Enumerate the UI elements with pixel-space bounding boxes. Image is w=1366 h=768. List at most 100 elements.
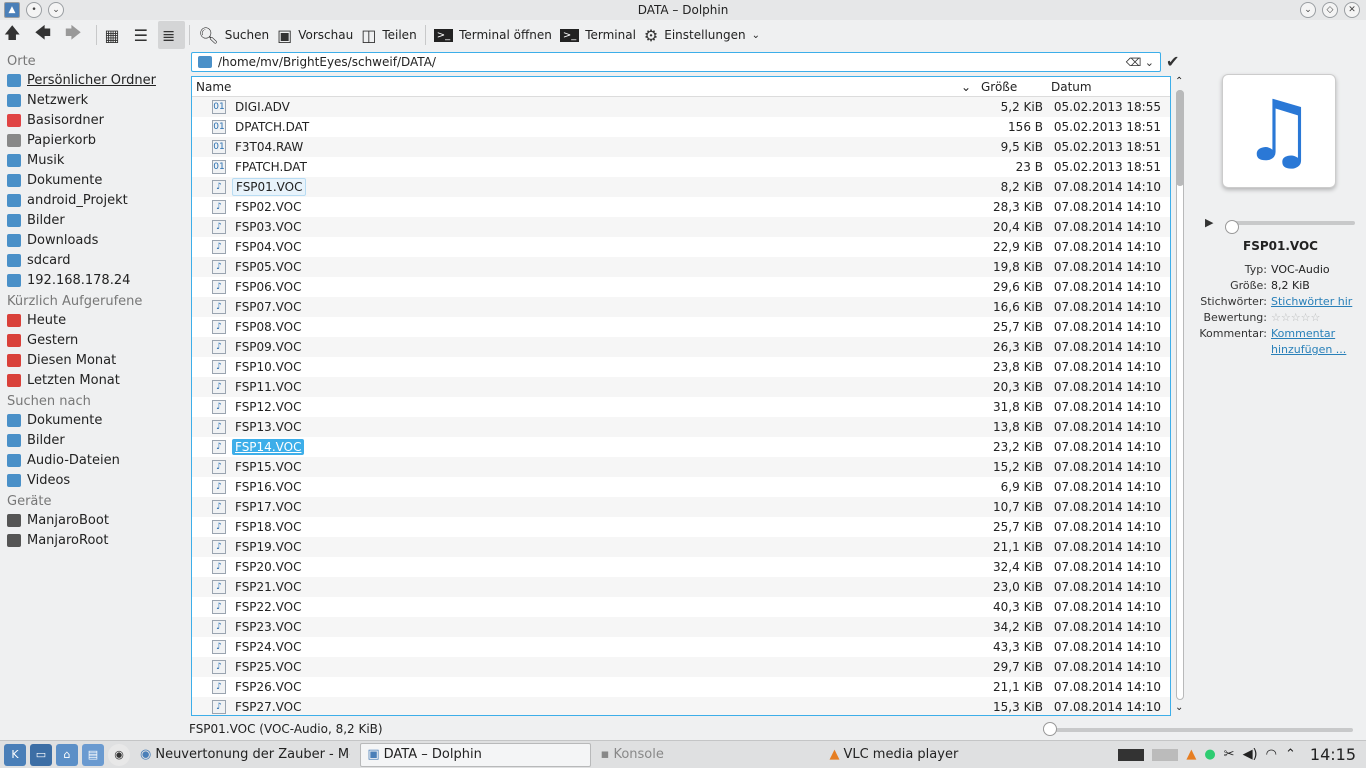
- clock[interactable]: 14:15: [1310, 745, 1356, 764]
- place-item[interactable]: Videos: [0, 470, 185, 490]
- column-date[interactable]: Datum: [1047, 80, 1167, 94]
- application-launcher-icon[interactable]: K: [4, 743, 26, 766]
- maximize-icon[interactable]: ◇: [1322, 2, 1338, 18]
- file-row[interactable]: ♪ FSP23.VOC 34,2 KiB 07.08.2014 14:10: [192, 617, 1170, 637]
- zoom-slider[interactable]: [1043, 722, 1353, 736]
- storage-icon[interactable]: [1152, 748, 1179, 761]
- file-row[interactable]: ♪ FSP15.VOC 15,2 KiB 07.08.2014 14:10: [192, 457, 1170, 477]
- vlc-tray-icon[interactable]: ▲: [1186, 747, 1196, 762]
- terminal-button[interactable]: >_ Terminal: [556, 21, 640, 49]
- close-icon[interactable]: ✕: [1344, 2, 1360, 18]
- file-row[interactable]: ♪ FSP05.VOC 19,8 KiB 07.08.2014 14:10: [192, 257, 1170, 277]
- shade-icon[interactable]: ⌄: [48, 2, 64, 18]
- messenger-icon[interactable]: ●: [1204, 747, 1215, 762]
- details-view-button[interactable]: ≣: [157, 21, 186, 49]
- minimize-icon[interactable]: ⌄: [1300, 2, 1316, 18]
- scroll-up-icon[interactable]: ⌃: [1175, 76, 1183, 87]
- place-item[interactable]: Diesen Monat: [0, 350, 185, 370]
- place-item[interactable]: Bilder: [0, 210, 185, 230]
- location-bar[interactable]: /home/mv/BrightEyes/schweif/DATA/ ⌫ ⌄: [191, 52, 1161, 72]
- file-row[interactable]: 01 F3T04.RAW 9,5 KiB 05.02.2013 18:51: [192, 137, 1170, 157]
- file-row[interactable]: ♪ FSP18.VOC 25,7 KiB 07.08.2014 14:10: [192, 517, 1170, 537]
- place-item[interactable]: Heute: [0, 310, 185, 330]
- file-row[interactable]: ♪ FSP27.VOC 15,3 KiB 07.08.2014 14:10: [192, 697, 1170, 715]
- place-item[interactable]: Dokumente: [0, 410, 185, 430]
- place-item[interactable]: Dokumente: [0, 170, 185, 190]
- zoom-slider-knob[interactable]: [1043, 722, 1057, 736]
- scroll-down-icon[interactable]: ⌄: [1175, 702, 1183, 713]
- place-item[interactable]: Downloads: [0, 230, 185, 250]
- clear-location-icon[interactable]: ⌫ ⌄: [1126, 56, 1154, 69]
- location-path[interactable]: /home/mv/BrightEyes/schweif/DATA/: [218, 55, 436, 69]
- desktop-icon[interactable]: ▭: [30, 743, 52, 766]
- file-row[interactable]: ♪ FSP19.VOC 21,1 KiB 07.08.2014 14:10: [192, 537, 1170, 557]
- browser-icon[interactable]: ◉: [108, 743, 130, 766]
- file-row[interactable]: ♪ FSP04.VOC 22,9 KiB 07.08.2014 14:10: [192, 237, 1170, 257]
- back-button[interactable]: 🡄: [30, 21, 61, 49]
- file-row[interactable]: ♪ FSP08.VOC 25,7 KiB 07.08.2014 14:10: [192, 317, 1170, 337]
- file-list-scrollbar[interactable]: ⌃ ⌄: [1173, 76, 1187, 716]
- file-row[interactable]: 01 FPATCH.DAT 23 B 05.02.2013 18:51: [192, 157, 1170, 177]
- task-konsole[interactable]: ▪ Konsole: [595, 743, 820, 767]
- notifications-icon[interactable]: ⌃: [1285, 747, 1296, 762]
- file-row[interactable]: ♪ FSP16.VOC 6,9 KiB 07.08.2014 14:10: [192, 477, 1170, 497]
- column-name[interactable]: Name ⌄: [192, 80, 977, 94]
- up-button[interactable]: 🡅: [0, 21, 30, 49]
- file-row[interactable]: ♪ FSP22.VOC 40,3 KiB 07.08.2014 14:10: [192, 597, 1170, 617]
- volume-icon[interactable]: ◀): [1243, 747, 1258, 762]
- search-button[interactable]: 🔍︎ Suchen: [194, 21, 273, 49]
- file-row[interactable]: 01 DIGI.ADV 5,2 KiB 05.02.2013 18:55: [192, 97, 1170, 117]
- info-tags-link[interactable]: Stichwörter hir: [1271, 294, 1366, 310]
- info-comment-link[interactable]: Kommentar: [1271, 326, 1366, 342]
- file-row[interactable]: ♪ FSP06.VOC 29,6 KiB 07.08.2014 14:10: [192, 277, 1170, 297]
- file-row[interactable]: 01 DPATCH.DAT 156 B 05.02.2013 18:51: [192, 117, 1170, 137]
- place-item[interactable]: Musik: [0, 150, 185, 170]
- file-row[interactable]: ♪ FSP17.VOC 10,7 KiB 07.08.2014 14:10: [192, 497, 1170, 517]
- file-row[interactable]: ♪ FSP03.VOC 20,4 KiB 07.08.2014 14:10: [192, 217, 1170, 237]
- forward-button[interactable]: 🡆: [61, 21, 92, 49]
- pin-icon[interactable]: •: [26, 2, 42, 18]
- place-item[interactable]: Papierkorb: [0, 130, 185, 150]
- scrollbar-thumb[interactable]: [1176, 90, 1184, 186]
- battery-icon[interactable]: [1118, 748, 1145, 761]
- file-row[interactable]: ♪ FSP21.VOC 23,0 KiB 07.08.2014 14:10: [192, 577, 1170, 597]
- file-row[interactable]: ♪ FSP25.VOC 29,7 KiB 07.08.2014 14:10: [192, 657, 1170, 677]
- home-folder-icon[interactable]: ⌂: [56, 743, 78, 766]
- task-dolphin[interactable]: ▣ DATA – Dolphin: [360, 742, 591, 767]
- place-item[interactable]: Netzwerk: [0, 90, 185, 110]
- file-row[interactable]: ♪ FSP12.VOC 31,8 KiB 07.08.2014 14:10: [192, 397, 1170, 417]
- settings-button[interactable]: ⚙ Einstellungen ⌄: [640, 21, 764, 49]
- column-size[interactable]: Größe: [977, 80, 1047, 94]
- task-browser[interactable]: ◉ Neuvertonung der Zauber - Mo: [134, 743, 356, 767]
- playback-slider-knob[interactable]: [1225, 220, 1239, 234]
- file-row[interactable]: ♪ FSP13.VOC 13,8 KiB 07.08.2014 14:10: [192, 417, 1170, 437]
- file-row[interactable]: ♪ FSP02.VOC 28,3 KiB 07.08.2014 14:10: [192, 197, 1170, 217]
- playback-slider[interactable]: [1225, 220, 1355, 234]
- open-terminal-button[interactable]: >_ Terminal öffnen: [430, 21, 556, 49]
- place-item[interactable]: 192.168.178.24: [0, 270, 185, 290]
- window-menu-icon[interactable]: ▲: [4, 2, 20, 18]
- compact-view-button[interactable]: ☰: [130, 21, 158, 49]
- info-comment-link-2[interactable]: hinzufügen ...: [1271, 342, 1366, 358]
- file-row[interactable]: ♪ FSP14.VOC 23,2 KiB 07.08.2014 14:10: [192, 437, 1170, 457]
- place-item[interactable]: ManjaroBoot: [0, 510, 185, 530]
- place-item[interactable]: Letzten Monat: [0, 370, 185, 390]
- place-item[interactable]: ManjaroRoot: [0, 530, 185, 550]
- play-icon[interactable]: ▶: [1205, 216, 1213, 229]
- confirm-location-icon[interactable]: ✔: [1166, 52, 1179, 71]
- file-row[interactable]: ♪ FSP01.VOC 8,2 KiB 07.08.2014 14:10: [192, 177, 1170, 197]
- network-icon[interactable]: ◠: [1266, 747, 1277, 762]
- file-manager-icon[interactable]: ▤: [82, 743, 104, 766]
- file-list-view[interactable]: Name ⌄ Größe Datum 01 DIGI.ADV 5,2 KiB 05.02…: [191, 76, 1171, 716]
- file-row[interactable]: ♪ FSP11.VOC 20,3 KiB 07.08.2014 14:10: [192, 377, 1170, 397]
- file-row[interactable]: ♪ FSP10.VOC 23,8 KiB 07.08.2014 14:10: [192, 357, 1170, 377]
- place-item[interactable]: android_Projekt: [0, 190, 185, 210]
- icons-view-button[interactable]: ▦: [101, 21, 130, 49]
- file-row[interactable]: ♪ FSP09.VOC 26,3 KiB 07.08.2014 14:10: [192, 337, 1170, 357]
- place-item[interactable]: Gestern: [0, 330, 185, 350]
- file-row[interactable]: ♪ FSP24.VOC 43,3 KiB 07.08.2014 14:10: [192, 637, 1170, 657]
- place-item[interactable]: sdcard: [0, 250, 185, 270]
- place-item[interactable]: Basisordner: [0, 110, 185, 130]
- preview-button[interactable]: ▣ Vorschau: [273, 21, 357, 49]
- clipboard-icon[interactable]: ✂: [1224, 747, 1235, 762]
